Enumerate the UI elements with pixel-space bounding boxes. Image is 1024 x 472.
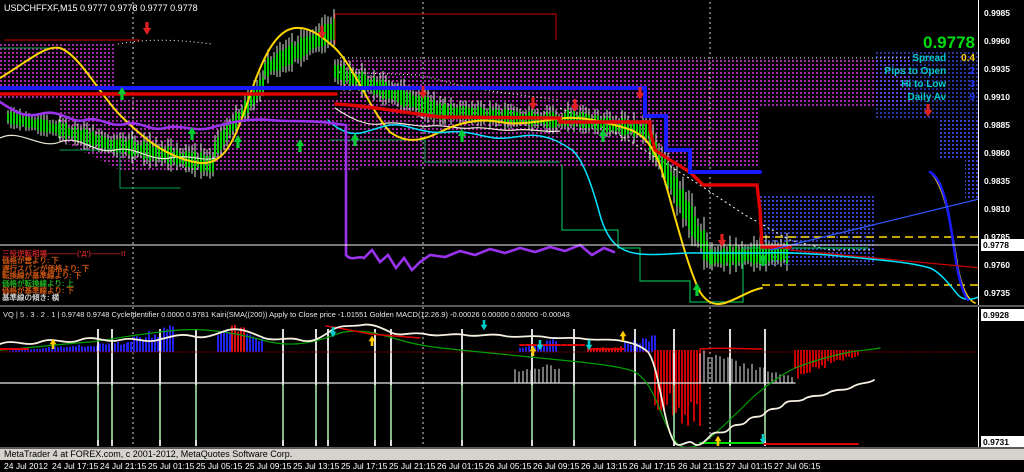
price-axis-label: 0.9810 (984, 204, 1010, 214)
time-axis-label: 24 Jul 2012 (4, 461, 48, 471)
time-axis-label: 24 Jul 21:15 (100, 461, 146, 471)
price-axis-label: 0.9885 (984, 120, 1010, 130)
time-axis[interactable]: 24 Jul 201224 Jul 17:1524 Jul 21:1525 Ju… (0, 460, 1024, 472)
price-axis-label: 0.9985 (984, 8, 1010, 18)
time-axis-label: 25 Jul 17:15 (341, 461, 387, 471)
time-axis-label: 25 Jul 09:15 (245, 461, 291, 471)
sub-axis-max-tag: 0.9928 (981, 309, 1024, 321)
price-axis-label: 0.9735 (984, 288, 1010, 298)
time-axis-label: 26 Jul 09:15 (533, 461, 579, 471)
price-axis[interactable]: 0.9778 0.9928 0.9731 0.99850.99600.99350… (978, 0, 1024, 447)
price-axis-label: 0.9860 (984, 148, 1010, 158)
time-axis-label: 24 Jul 17:15 (52, 461, 98, 471)
quote-panel: 0.9778 Spread 0.4 Pips to Open 2 Hi to L… (885, 33, 975, 104)
price-axis-label: 0.9785 (984, 232, 1010, 242)
hi-to-low-row: Hi to Low 3 (885, 78, 975, 91)
current-price-display: 0.9778 (885, 33, 975, 52)
time-axis-label: 27 Jul 05:15 (774, 461, 820, 471)
daily-av-row: Daily Av 9 (885, 91, 975, 104)
time-axis-label: 26 Jul 17:15 (629, 461, 675, 471)
price-axis-label: 0.9835 (984, 176, 1010, 186)
sub-window-indicator-header: VQ | 5 . 3 . 2 . 1 | 0.9748 0.9748 Cycle… (3, 310, 570, 319)
time-axis-label: 26 Jul 01:15 (437, 461, 483, 471)
kumo-cloud-magenta (0, 42, 910, 170)
ichimoku-status-line: 基準線の傾き: 横 (2, 294, 126, 301)
time-axis-label: 25 Jul 21:15 (389, 461, 435, 471)
chart-canvas[interactable] (0, 0, 1024, 472)
window-separator[interactable] (0, 305, 1024, 307)
price-axis-label: 0.9960 (984, 36, 1010, 46)
time-axis-label: 25 Jul 05:15 (196, 461, 242, 471)
mt4-chart-window: USDCHFFXF,M15 0.9777 0.9778 0.9777 0.977… (0, 0, 1024, 472)
time-axis-label: 26 Jul 13:15 (581, 461, 627, 471)
time-axis-label: 25 Jul 01:15 (148, 461, 194, 471)
price-axis-label: 0.9910 (984, 92, 1010, 102)
time-axis-label: 27 Jul 01:15 (726, 461, 772, 471)
time-axis-label: 25 Jul 13:15 (293, 461, 339, 471)
time-axis-label: 26 Jul 21:15 (678, 461, 724, 471)
chart-title: USDCHFFXF,M15 0.9777 0.9778 0.9777 0.977… (4, 3, 198, 13)
spread-row: Spread 0.4 (885, 52, 975, 65)
price-axis-label: 0.9935 (984, 64, 1010, 74)
status-bar: MetaTrader 4 at FOREX.com, c 2001-2012, … (0, 449, 1024, 460)
time-axis-label: 26 Jul 05:15 (485, 461, 531, 471)
pips-to-open-row: Pips to Open 2 (885, 65, 975, 78)
ichimoku-status-panel: 三役逆転相場――――('Д')――――!!価格が雲より: 下遅行スパンが価格より… (2, 250, 126, 302)
price-axis-label: 0.9760 (984, 260, 1010, 270)
